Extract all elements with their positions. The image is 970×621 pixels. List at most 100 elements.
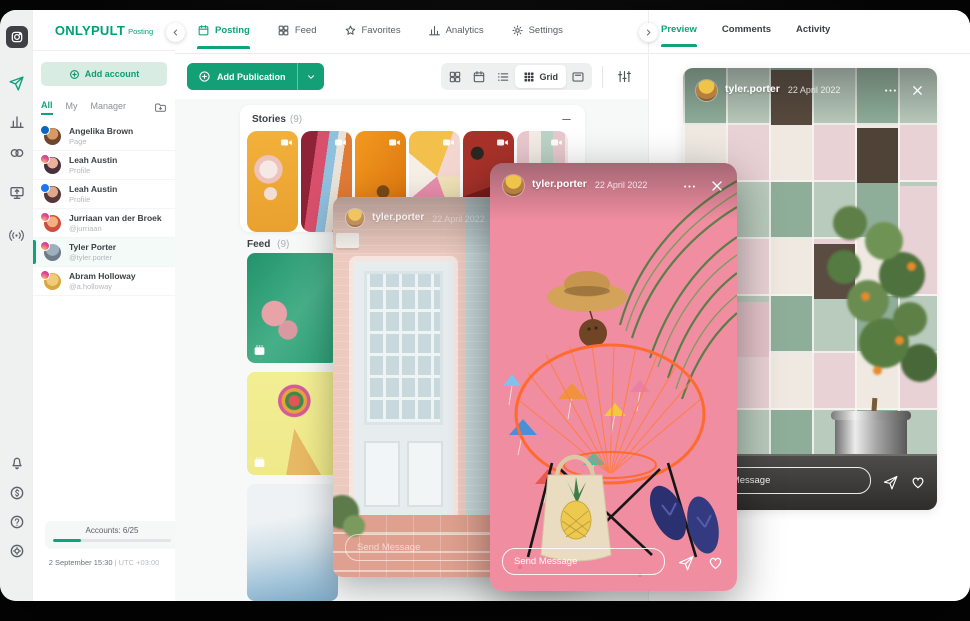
avatar: [44, 186, 61, 203]
help-icon[interactable]: [0, 507, 33, 537]
account-row-leah-fb[interactable]: Leah AustinProfile: [33, 180, 175, 209]
chevron-down-icon: [305, 71, 317, 83]
instagram-icon[interactable]: [0, 22, 33, 52]
main-tabbar: Posting Feed Favorites Analytics Setting…: [175, 10, 648, 54]
view-frame-button[interactable]: [566, 65, 590, 88]
folder-icon[interactable]: [154, 101, 167, 114]
stories-title: Stories: [252, 114, 286, 125]
account-subtitle: Page: [69, 137, 133, 146]
more-options-icon[interactable]: [883, 83, 898, 98]
instagram-tile: [6, 26, 28, 48]
tab-posting[interactable]: Posting: [197, 24, 250, 49]
story-date: 22 April 2022: [788, 85, 841, 95]
instagram-badge-icon: [40, 212, 50, 222]
analytics-rail-icon[interactable]: [0, 107, 33, 137]
accounts-usage-label: Accounts: 6/25: [53, 526, 171, 535]
camcorder-icon: [550, 136, 563, 149]
collapse-sidebar-button[interactable]: [166, 23, 185, 42]
brand-product: Posting: [128, 27, 153, 36]
expand-panel-button[interactable]: [639, 23, 658, 42]
bell-icon[interactable]: [0, 448, 33, 478]
feed-post-thumbnail[interactable]: [247, 372, 338, 475]
add-publication-button[interactable]: Add Publication: [187, 63, 324, 90]
account-row-angelika[interactable]: Angelika BrownPage: [33, 122, 175, 151]
bar-chart-icon: [428, 24, 441, 37]
link-icon[interactable]: [0, 138, 33, 168]
settings-rail-icon[interactable]: [0, 536, 33, 566]
feed-title: Feed: [247, 239, 270, 250]
tab-favorites[interactable]: Favorites: [344, 24, 401, 49]
view-calendar-button[interactable]: [467, 65, 491, 88]
posting-toolbar: Add Publication Grid: [175, 54, 648, 99]
app-window: ONLYPULT Posting Add account All My Mana…: [0, 10, 970, 601]
avatar: [44, 273, 61, 290]
avatar: [44, 215, 61, 232]
send-message-input[interactable]: Send Message: [502, 548, 665, 575]
view-dashboard-button[interactable]: [443, 65, 467, 88]
feed-post-thumbnail[interactable]: [247, 253, 338, 363]
account-name: Angelika Brown: [69, 126, 133, 137]
story-thumbnail[interactable]: [247, 131, 298, 232]
linkedin-badge-icon: [40, 125, 50, 135]
account-row-leah-ig[interactable]: Leah AustinProfile: [33, 151, 175, 180]
filter-my[interactable]: My: [66, 101, 78, 114]
instagram-badge-icon: [40, 154, 50, 164]
tab-label: Preview: [661, 24, 697, 35]
tab-activity[interactable]: Activity: [796, 24, 830, 47]
toolbar-divider: [602, 66, 603, 88]
filter-manager[interactable]: Manager: [91, 101, 127, 114]
story-footer: Send Message: [490, 535, 737, 591]
account-row-tyler-selected[interactable]: Tyler Porter@tyler.porter: [33, 238, 175, 267]
more-options-icon[interactable]: [682, 179, 697, 194]
plant-decoration: [803, 196, 937, 426]
paper-plane-icon[interactable]: [0, 68, 33, 98]
add-account-button[interactable]: Add account: [41, 62, 167, 86]
feed-section-title: Feed (9): [247, 239, 289, 250]
icon-rail: [0, 10, 33, 601]
tab-analytics[interactable]: Analytics: [428, 24, 484, 49]
plus-circle-icon: [198, 70, 211, 83]
grid-dots-icon: [523, 71, 535, 83]
timezone: UTC +03:00: [119, 558, 160, 567]
close-icon[interactable]: [709, 178, 725, 194]
avatar: [503, 175, 524, 196]
tab-settings[interactable]: Settings: [511, 24, 563, 49]
view-grid-button-active[interactable]: Grid: [515, 65, 566, 88]
scheduled-badge-icon: [253, 344, 266, 357]
white-door-decoration: [354, 261, 453, 519]
feed-post-thumbnail[interactable]: [247, 484, 338, 601]
current-datetime: 2 September 15:30: [49, 558, 113, 567]
sidebar-footer: 2 September 15:30 | UTC +03:00: [33, 558, 175, 567]
billing-icon[interactable]: [0, 478, 33, 508]
collapse-stories-button[interactable]: [560, 113, 573, 126]
account-subtitle: @jurriaan: [69, 224, 162, 233]
send-message-input[interactable]: Send Message: [345, 534, 504, 561]
publish-monitor-icon[interactable]: [0, 178, 33, 208]
story-date: 22 April 2022: [595, 180, 648, 190]
filter-all[interactable]: All: [41, 100, 53, 115]
accounts-usage-fill: [53, 539, 81, 542]
tab-comments[interactable]: Comments: [722, 24, 771, 47]
send-icon[interactable]: [677, 554, 695, 572]
account-row-jurriaan[interactable]: Jurriaan van der Broek@jurriaan: [33, 209, 175, 238]
send-icon[interactable]: [882, 474, 899, 491]
filters-sliders-button[interactable]: [612, 65, 636, 88]
instagram-badge-icon: [40, 270, 50, 280]
account-name: Leah Austin: [69, 155, 117, 166]
heart-icon[interactable]: [706, 553, 725, 572]
broadcast-icon[interactable]: [0, 220, 33, 250]
tab-feed[interactable]: Feed: [277, 24, 317, 49]
camcorder-icon: [334, 136, 347, 149]
story-header: tyler.porter 22 April 2022: [683, 68, 937, 126]
tab-label: Comments: [722, 24, 771, 35]
view-list-button[interactable]: [491, 65, 515, 88]
view-switcher: Grid: [441, 63, 592, 90]
heart-icon[interactable]: [909, 473, 927, 491]
close-icon[interactable]: [910, 83, 925, 98]
tab-preview[interactable]: Preview: [661, 24, 697, 47]
camcorder-icon: [496, 136, 509, 149]
camcorder-icon: [280, 136, 293, 149]
add-publication-menu-button[interactable]: [297, 63, 324, 90]
camcorder-icon: [388, 136, 401, 149]
account-row-abram[interactable]: Abram Holloway@a.holloway: [33, 267, 175, 296]
